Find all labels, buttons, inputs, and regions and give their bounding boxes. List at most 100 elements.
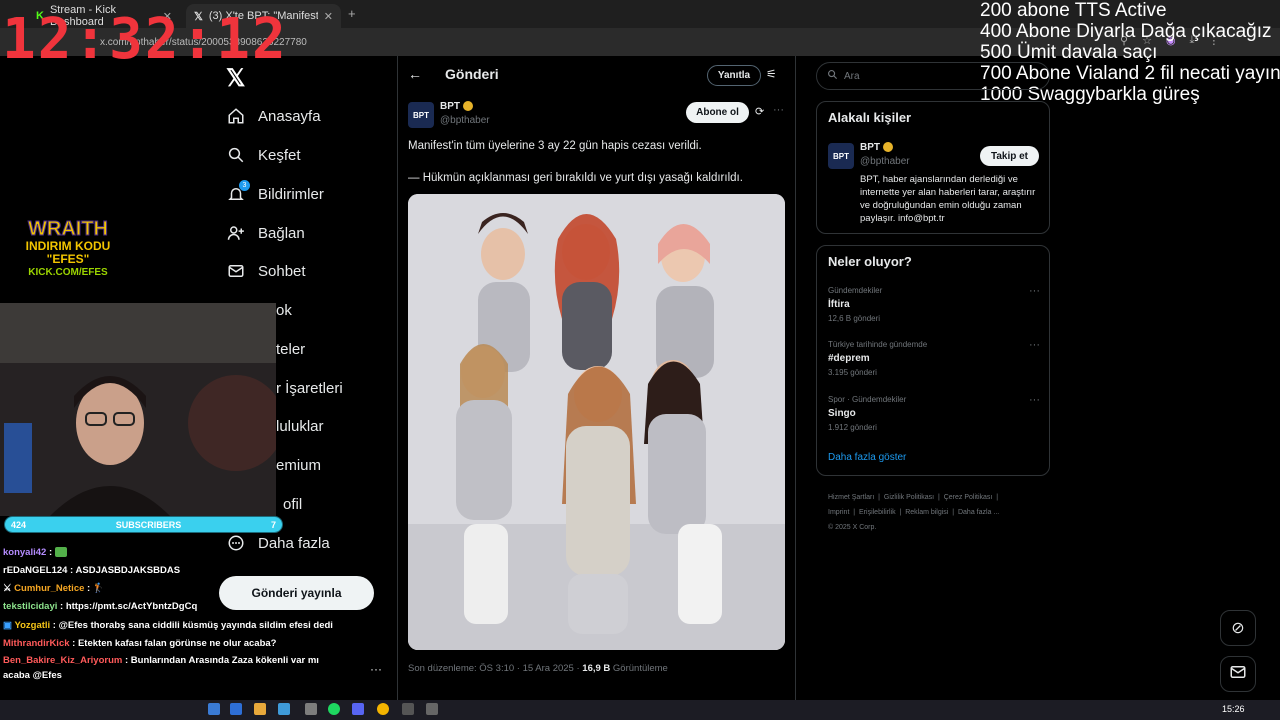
mail-icon bbox=[226, 261, 246, 281]
page-title: Gönderi bbox=[445, 66, 499, 82]
chat-text[interactable]: https://pmt.sc/ActYbntzDgCq bbox=[66, 601, 197, 612]
chrome-icon[interactable] bbox=[377, 703, 389, 715]
trend-item[interactable]: Gündemdekiler İftira 12,6 B gönderi ··· bbox=[828, 284, 1040, 326]
trend-name: #deprem bbox=[828, 353, 870, 364]
windows-start-icon[interactable] bbox=[208, 703, 220, 715]
chat-username[interactable]: konyali42 bbox=[3, 547, 46, 558]
subscribe-button[interactable]: Abone ol bbox=[686, 102, 749, 123]
footer-link[interactable]: Çerez Politikası bbox=[944, 494, 993, 501]
goal-item: 500 Ümit davala saçı bbox=[980, 42, 1158, 63]
nav-label: ofil bbox=[283, 495, 303, 513]
nav-label: teler bbox=[276, 340, 306, 358]
trend-item[interactable]: Türkiye tarihinde gündemde #deprem 3.195… bbox=[828, 338, 1040, 380]
webcam-feed bbox=[0, 303, 276, 516]
nav-home[interactable]: Anasayfa bbox=[226, 102, 321, 130]
chat-username[interactable]: rEDaNGEL124 bbox=[3, 565, 67, 576]
nav-communities[interactable]: luluklar bbox=[276, 412, 324, 440]
chat-username[interactable]: Yozgatli bbox=[14, 620, 50, 631]
account-more-icon[interactable]: ··· bbox=[370, 662, 382, 676]
footer-link[interactable]: Hizmet Şartları bbox=[828, 494, 874, 501]
trend-count: 12,6 B gönderi bbox=[828, 314, 881, 323]
footer-link[interactable]: Imprint bbox=[828, 509, 849, 516]
trend-count: 3.195 gönderi bbox=[828, 368, 877, 377]
trend-item[interactable]: Spor · Gündemdekiler Singo 1.912 gönderi… bbox=[828, 393, 1040, 435]
chat-text: Etekten kafası falan görünse ne olur aca… bbox=[77, 638, 277, 649]
author-name-row[interactable]: BPT bbox=[440, 101, 473, 112]
chat-message: Ben_Bakire_Kiz_Ariyorum : Bunlarından Ar… bbox=[3, 655, 319, 681]
subscriber-count: 424 bbox=[11, 519, 27, 530]
search-input[interactable]: Ara bbox=[816, 62, 1050, 90]
more-options-icon[interactable]: ··· bbox=[1029, 284, 1040, 298]
chat-username[interactable]: tekstilcidayi bbox=[3, 601, 57, 612]
edited-time[interactable]: Son düzenleme: ÖS 3:10 · 15 Ara 2025 · bbox=[408, 663, 582, 674]
discord-icon[interactable] bbox=[352, 703, 364, 715]
chat-text: @Efes thorabş sana ciddili küsmüş yayınd… bbox=[58, 620, 333, 631]
avatar[interactable]: BPT bbox=[408, 102, 434, 128]
goal-item: 400 Abone Diyarla Dağa çıkacağız bbox=[980, 21, 1272, 42]
footer-link[interactable]: Reklam bilgisi bbox=[905, 509, 948, 516]
chat-username[interactable]: MithrandirKick bbox=[3, 638, 70, 649]
chat-message: ▣ Yozgatli : @Efes thorabş sana ciddili … bbox=[3, 620, 333, 631]
chat-message: MithrandirKick : Etekten kafası falan gö… bbox=[3, 638, 277, 649]
nav-bookmarks[interactable]: r İşaretleri bbox=[276, 374, 343, 402]
nav-premium[interactable]: emium bbox=[276, 451, 321, 479]
follow-button[interactable]: Takip et bbox=[980, 146, 1039, 166]
search-placeholder: Ara bbox=[844, 70, 860, 82]
notification-badge: 3 bbox=[239, 180, 250, 191]
sword-badge-icon: ⚔ bbox=[3, 583, 12, 594]
chat-message: konyali42 : bbox=[3, 544, 333, 562]
app-icon[interactable] bbox=[305, 703, 317, 715]
new-tab-button[interactable]: + bbox=[348, 6, 356, 21]
explorer-icon[interactable] bbox=[254, 703, 266, 715]
subscriber-label: SUBSCRIBERS bbox=[115, 519, 182, 530]
outlook-icon[interactable] bbox=[278, 703, 290, 715]
trend-count: 1.912 gönderi bbox=[828, 423, 877, 432]
author-name: BPT bbox=[440, 101, 460, 112]
chat-username[interactable]: Ben_Bakire_Kiz_Ariyorum bbox=[3, 655, 122, 666]
post-text-line: Manifest'in tüm üyelerine 3 ay 22 gün ha… bbox=[408, 140, 702, 152]
nav-connect[interactable]: Bağlan bbox=[226, 219, 305, 247]
person-name: BPT bbox=[860, 142, 880, 153]
edge-icon[interactable] bbox=[230, 703, 242, 715]
sponsor-overlay: WRAITH INDIRIM KODU "EFES" KICK.COM/EFES bbox=[8, 218, 128, 296]
emote-icon: 🏌 bbox=[92, 583, 105, 594]
person-handle[interactable]: @bpthaber bbox=[860, 156, 910, 167]
nav-label: luluklar bbox=[276, 417, 324, 435]
trend-name: Singo bbox=[828, 408, 856, 419]
messages-button[interactable] bbox=[1220, 656, 1256, 692]
spotify-icon[interactable] bbox=[328, 703, 340, 715]
grok-icon[interactable]: ⟳ bbox=[755, 105, 764, 118]
reply-button[interactable]: Yanıtla bbox=[707, 65, 761, 86]
x-logo-icon[interactable]: 𝕏 bbox=[226, 64, 245, 93]
nav-lists[interactable]: teler bbox=[276, 335, 305, 363]
footer-link[interactable]: Daha fazla ... bbox=[958, 509, 999, 516]
show-more-link[interactable]: Daha fazla göster bbox=[828, 452, 906, 463]
more-options-icon[interactable]: ··· bbox=[1029, 393, 1040, 407]
app-icon[interactable] bbox=[426, 703, 438, 715]
nav-label: Anasayfa bbox=[258, 107, 321, 125]
person-name-row[interactable]: BPT bbox=[860, 142, 893, 153]
close-icon[interactable]: ✕ bbox=[324, 10, 333, 23]
chat-username[interactable]: Cumhur_Netice bbox=[14, 583, 84, 594]
obs-icon[interactable] bbox=[402, 703, 414, 715]
back-arrow-icon[interactable]: ← bbox=[408, 66, 422, 82]
footer-link[interactable]: Erişilebilirlik bbox=[859, 509, 896, 516]
nav-grok[interactable]: ok bbox=[276, 296, 292, 324]
search-icon bbox=[226, 145, 246, 165]
grok-button[interactable]: ⊘ bbox=[1220, 610, 1256, 646]
goal-item: 200 abone TTS Active bbox=[980, 0, 1167, 21]
taskbar-clock[interactable]: 15:26 bbox=[1222, 704, 1245, 714]
nav-explore[interactable]: Keşfet bbox=[226, 141, 301, 169]
nav-chat[interactable]: Sohbet bbox=[226, 257, 306, 285]
avatar[interactable]: BPT bbox=[828, 143, 854, 169]
footer-link[interactable]: Gizlilik Politikası bbox=[884, 494, 934, 501]
nav-notifications[interactable]: 3 Bildirimler bbox=[226, 180, 324, 208]
nav-profile[interactable]: ofil bbox=[283, 490, 302, 518]
settings-sliders-icon[interactable]: ⚟ bbox=[766, 67, 777, 81]
more-options-icon[interactable]: ··· bbox=[773, 104, 784, 116]
author-handle[interactable]: @bpthaber bbox=[440, 115, 490, 126]
subscriber-goal-bar: 424 SUBSCRIBERS 7 bbox=[4, 516, 283, 533]
more-options-icon[interactable]: ··· bbox=[1029, 338, 1040, 352]
windows-taskbar bbox=[0, 700, 1280, 720]
post-photo[interactable] bbox=[408, 194, 785, 650]
